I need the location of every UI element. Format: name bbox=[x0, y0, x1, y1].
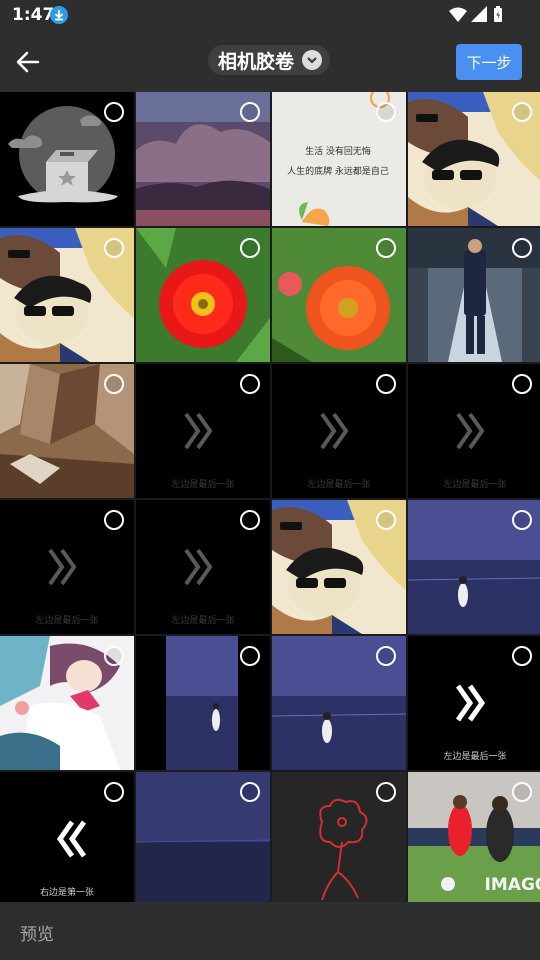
photo-tile[interactable] bbox=[408, 228, 540, 362]
photo-tile[interactable] bbox=[0, 364, 134, 498]
chevron-down-icon bbox=[302, 50, 323, 70]
select-circle[interactable] bbox=[376, 102, 396, 122]
select-circle[interactable] bbox=[240, 374, 260, 394]
tile-caption: 左边是最后一张 bbox=[35, 616, 99, 626]
photo-grid: 生活 没有回无悔 人生的底牌 永远都是自己 左边是最后一张 左边是最后一张 左边是最后一… bbox=[0, 92, 540, 902]
battery-icon bbox=[494, 6, 502, 22]
photo-tile[interactable] bbox=[272, 228, 406, 362]
select-circle[interactable] bbox=[240, 782, 260, 802]
select-circle[interactable] bbox=[376, 510, 396, 530]
photo-tile[interactable] bbox=[0, 92, 134, 226]
photo-tile[interactable] bbox=[272, 500, 406, 634]
tile-caption: 右边是第一张 bbox=[39, 888, 94, 898]
status-icons bbox=[448, 6, 510, 28]
photo-tile[interactable] bbox=[0, 228, 134, 362]
select-circle[interactable] bbox=[240, 510, 260, 530]
photo-tile[interactable]: 左边是最后一张 bbox=[408, 636, 540, 770]
photo-tile[interactable]: 左边是最后一张 bbox=[136, 364, 270, 498]
note-line-2: 人生的底牌 永远都是自己 bbox=[287, 165, 389, 177]
download-icon bbox=[50, 6, 68, 24]
signal-icon bbox=[471, 6, 487, 22]
photo-tile[interactable] bbox=[272, 772, 406, 902]
note-line-1: 生活 没有回无悔 bbox=[305, 145, 371, 157]
select-circle[interactable] bbox=[104, 782, 124, 802]
watermark-text: IMAGO. bbox=[485, 875, 540, 895]
tile-caption: 左边是最后一张 bbox=[171, 616, 235, 626]
back-button[interactable] bbox=[14, 48, 42, 76]
photo-tile[interactable] bbox=[136, 228, 270, 362]
photo-tile[interactable]: 生活 没有回无悔人生的底牌 永远都是自己 bbox=[272, 92, 406, 226]
select-circle[interactable] bbox=[104, 374, 124, 394]
select-circle[interactable] bbox=[240, 238, 260, 258]
wifi-icon bbox=[449, 7, 467, 22]
tile-caption: 左边是最后一张 bbox=[443, 480, 507, 490]
select-circle[interactable] bbox=[104, 510, 124, 530]
photo-tile[interactable]: 右边是第一张 bbox=[0, 772, 134, 902]
select-circle[interactable] bbox=[376, 374, 396, 394]
select-circle[interactable] bbox=[376, 782, 396, 802]
next-step-button[interactable]: 下一步 bbox=[456, 44, 522, 80]
select-circle[interactable] bbox=[104, 238, 124, 258]
select-circle[interactable] bbox=[512, 646, 532, 666]
album-selector[interactable]: 相机胶卷 bbox=[208, 45, 331, 75]
photo-tile[interactable] bbox=[408, 92, 540, 226]
select-circle[interactable] bbox=[512, 510, 532, 530]
preview-button[interactable]: 预览 bbox=[20, 920, 54, 945]
photo-tile[interactable] bbox=[136, 636, 270, 770]
photo-tile[interactable]: 左边是最后一张 bbox=[136, 500, 270, 634]
app-bar: 相机胶卷 下一步 bbox=[0, 30, 540, 92]
select-circle[interactable] bbox=[376, 646, 396, 666]
back-arrow-icon bbox=[16, 51, 40, 73]
select-circle[interactable] bbox=[376, 238, 396, 258]
photo-tile[interactable]: IMAGO. bbox=[408, 772, 540, 902]
photo-tile[interactable] bbox=[408, 500, 540, 634]
select-circle[interactable] bbox=[240, 102, 260, 122]
photo-tile[interactable] bbox=[136, 92, 270, 226]
select-circle[interactable] bbox=[104, 646, 124, 666]
select-circle[interactable] bbox=[240, 646, 260, 666]
status-bar: 1:47 bbox=[0, 0, 540, 30]
select-circle[interactable] bbox=[512, 102, 532, 122]
photo-tile[interactable]: 左边是最后一张 bbox=[408, 364, 540, 498]
album-title: 相机胶卷 bbox=[218, 50, 295, 73]
status-time: 1:47 bbox=[12, 5, 55, 25]
tile-caption: 左边是最后一张 bbox=[443, 752, 507, 762]
photo-tile[interactable] bbox=[272, 636, 406, 770]
tile-caption: 左边是最后一张 bbox=[307, 480, 371, 490]
select-circle[interactable] bbox=[104, 102, 124, 122]
select-circle[interactable] bbox=[512, 782, 532, 802]
photo-tile[interactable]: 左边是最后一张 bbox=[272, 364, 406, 498]
select-circle[interactable] bbox=[512, 374, 532, 394]
select-circle[interactable] bbox=[512, 238, 532, 258]
photo-tile[interactable]: 左边是最后一张 bbox=[0, 500, 134, 634]
tile-caption: 左边是最后一张 bbox=[171, 480, 235, 490]
photo-tile[interactable] bbox=[0, 636, 134, 770]
bottom-bar: 预览 bbox=[0, 902, 540, 960]
photo-tile[interactable] bbox=[136, 772, 270, 902]
